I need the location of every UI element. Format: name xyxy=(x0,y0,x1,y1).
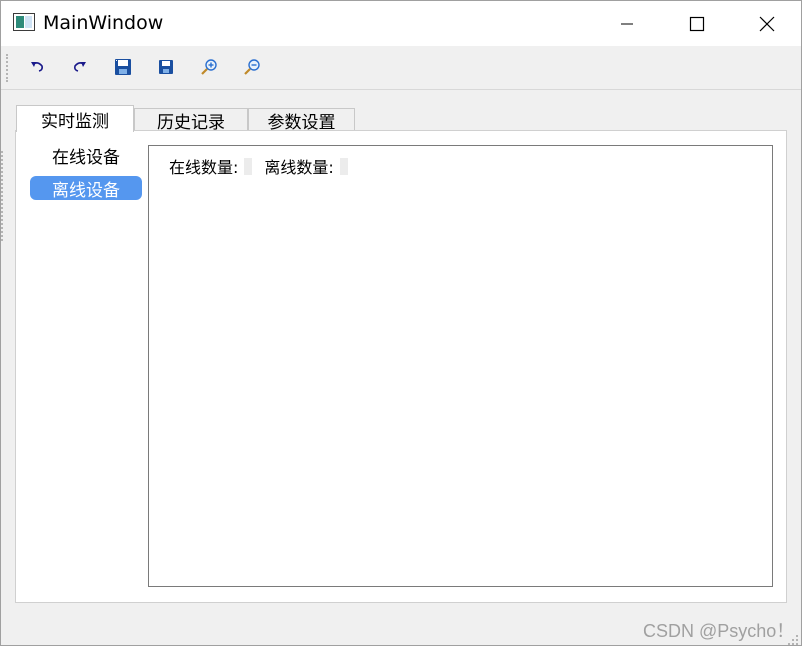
size-grip[interactable] xyxy=(787,631,799,645)
device-list: 在线设备 离线设备 xyxy=(30,143,142,209)
title-bar[interactable]: MainWindow xyxy=(1,1,801,46)
tab-panel: 在线设备 离线设备 在线数量: 离线数量: xyxy=(15,130,787,603)
list-item-online-devices[interactable]: 在线设备 xyxy=(30,143,142,168)
online-count-value xyxy=(244,157,253,175)
toolbar xyxy=(1,46,801,90)
watermark: CSDN @Psycho！ xyxy=(643,621,795,641)
redo-button[interactable] xyxy=(71,58,89,76)
tab-settings[interactable]: 参数设置 xyxy=(248,108,355,133)
undo-icon xyxy=(31,62,43,72)
close-icon xyxy=(759,16,775,31)
offline-count-label: 离线数量: xyxy=(264,158,334,177)
minimize-button[interactable] xyxy=(593,1,661,46)
zoom-in-icon xyxy=(201,59,217,75)
toolbar-grip[interactable] xyxy=(6,54,8,82)
list-item-label: 在线设备 xyxy=(52,147,120,168)
minimize-icon xyxy=(621,23,633,24)
redo-icon xyxy=(74,62,86,72)
maximize-icon xyxy=(689,16,705,31)
save-icon xyxy=(115,59,131,75)
maximize-button[interactable] xyxy=(663,1,731,46)
resize-grip-icon xyxy=(788,635,798,645)
device-content-frame: 在线数量: 离线数量: xyxy=(148,145,773,587)
list-item-label: 离线设备 xyxy=(52,180,120,201)
window-title: MainWindow xyxy=(43,12,164,34)
zoom-out-icon xyxy=(244,59,260,75)
count-row: 在线数量: 离线数量: xyxy=(169,154,360,178)
save-button[interactable] xyxy=(114,58,132,76)
zoom-out-button[interactable] xyxy=(243,58,261,76)
main-window: MainWindow 实时监测 历史记录 参数设置 在线设备 离线设备 在线数量… xyxy=(0,0,802,646)
zoom-in-button[interactable] xyxy=(200,58,218,76)
online-count-label: 在线数量: xyxy=(169,158,239,177)
undo-button[interactable] xyxy=(28,58,46,76)
tab-realtime-monitor[interactable]: 实时监测 xyxy=(16,105,134,132)
save-as-button[interactable] xyxy=(157,58,175,76)
dock-handle[interactable] xyxy=(1,151,3,241)
list-item-offline-devices[interactable]: 离线设备 xyxy=(30,176,142,201)
close-button[interactable] xyxy=(733,1,801,46)
offline-count-value xyxy=(339,157,348,175)
app-icon xyxy=(13,13,35,31)
save-icon xyxy=(159,60,173,74)
tab-label: 实时监测 xyxy=(41,111,109,132)
tab-history[interactable]: 历史记录 xyxy=(134,108,248,133)
